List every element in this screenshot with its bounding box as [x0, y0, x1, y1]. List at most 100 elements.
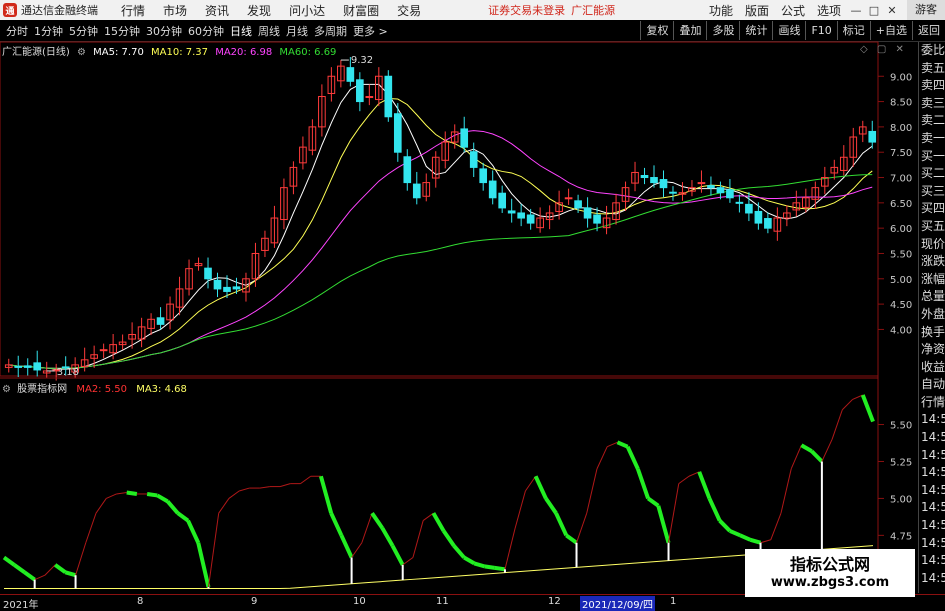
candle-body: [526, 214, 535, 224]
side-panel-item[interactable]: 14:50: [919, 552, 945, 570]
ma2-rising-segment: [524, 475, 537, 492]
candle-body: [574, 200, 582, 209]
ma2-falling-segment: [473, 561, 486, 569]
indicator-y-tick-label: 5.50: [890, 421, 912, 432]
side-panel-item[interactable]: 买一: [919, 148, 945, 166]
watermark-title: 指标公式网: [789, 555, 870, 574]
ma2-falling-segment: [186, 519, 201, 544]
candle-body: [564, 197, 573, 200]
ma2-rising-segment: [402, 557, 414, 566]
ma2-falling-segment: [616, 440, 629, 449]
ma2-rising-segment: [576, 513, 588, 543]
x-label-11: 11: [436, 596, 449, 607]
candle-body: [412, 183, 421, 199]
candle-body: [365, 96, 374, 99]
ma2-rising-segment: [106, 493, 117, 499]
side-panel-item[interactable]: 自动: [919, 376, 945, 394]
side-panel-item[interactable]: 卖一: [919, 130, 945, 148]
ma2-falling-segment: [484, 564, 496, 570]
side-panel-item[interactable]: 总量: [919, 288, 945, 306]
x-label-8: 8: [137, 596, 144, 607]
side-panel-item[interactable]: 换手: [919, 324, 945, 342]
price-y-tick-label: 7.00: [890, 174, 912, 185]
price-chart-title: 广汇能源(日线): [2, 47, 70, 58]
candle-body: [14, 365, 23, 368]
ma2-falling-segment: [494, 565, 506, 572]
ma2-rising-segment: [279, 483, 291, 488]
side-panel-item[interactable]: 14:50: [919, 570, 945, 588]
ma2-rising-segment: [228, 490, 240, 499]
price-y-tick-label: 6.00: [890, 224, 912, 235]
panel-close-icon[interactable]: ✕: [896, 44, 904, 55]
ma2-falling-segment: [739, 533, 752, 542]
side-panel-item[interactable]: 行情: [919, 394, 945, 412]
side-panel-item[interactable]: 14:50: [919, 464, 945, 482]
side-panel-item[interactable]: 14:50: [919, 517, 945, 535]
settings-gear-icon[interactable]: ⚙: [77, 47, 86, 58]
ma2-rising-segment: [259, 486, 270, 489]
side-panel-item[interactable]: 14:50: [919, 499, 945, 517]
ma2-rising-segment: [770, 513, 782, 540]
ma2-falling-segment: [441, 529, 456, 547]
ma2-rising-segment: [351, 542, 363, 558]
ma2-falling-segment: [625, 445, 640, 470]
ma2-falling-segment: [390, 544, 405, 566]
ma2-falling-segment: [13, 563, 26, 574]
candle-body: [745, 203, 753, 214]
ma2-falling-segment: [452, 544, 466, 559]
side-panel-item[interactable]: 买二: [919, 165, 945, 183]
side-panel-item[interactable]: 卖五: [919, 60, 945, 78]
side-panel-item[interactable]: 买三: [919, 183, 945, 201]
ma2-rising-segment: [606, 441, 618, 448]
candle-body: [640, 174, 649, 179]
diamond-icon[interactable]: ◇: [860, 44, 868, 55]
side-panel-item[interactable]: 涨幅: [919, 271, 945, 289]
ma2-rising-segment: [95, 498, 107, 514]
candle-body: [403, 156, 412, 184]
ma2-falling-segment: [196, 542, 211, 588]
ma2-rising-segment: [790, 445, 802, 470]
side-panel-item[interactable]: 卖三: [919, 95, 945, 113]
side-panel-item[interactable]: 现价: [919, 236, 945, 254]
side-panel-item[interactable]: 14:50: [919, 429, 945, 447]
candle-body: [650, 177, 658, 184]
side-panel-item[interactable]: 买五: [919, 218, 945, 236]
side-panel-item[interactable]: 买四: [919, 200, 945, 218]
low-label: 3.18: [57, 367, 79, 378]
side-panel-item[interactable]: 卖二: [919, 112, 945, 130]
ma2-label: MA2: 5.50: [76, 384, 127, 395]
side-panel-item[interactable]: 14:50: [919, 411, 945, 429]
side-panel-item[interactable]: 14:50: [919, 447, 945, 465]
x-label-1: 1: [670, 596, 677, 607]
side-panel-item[interactable]: 14:50: [919, 535, 945, 553]
side-panel-item[interactable]: 净资: [919, 341, 945, 359]
candle-body: [669, 191, 677, 194]
ma2-rising-segment: [586, 468, 598, 514]
indicator-title: 股票指标网: [17, 384, 68, 395]
price-y-tick-label: 8.50: [890, 98, 912, 109]
ma2-falling-segment: [635, 468, 650, 500]
ma2-rising-segment: [75, 542, 87, 576]
watermark-url: www.zbgs3.com: [770, 575, 890, 590]
ma2-falling-segment: [176, 511, 190, 523]
indicator-y-tick-label: 5.25: [890, 457, 912, 468]
candle-body: [384, 75, 393, 118]
side-panel-item[interactable]: 外盘: [919, 306, 945, 324]
side-panel-item[interactable]: 委比: [919, 42, 945, 60]
indicator-gear-icon[interactable]: ⚙: [2, 384, 11, 395]
ma2-rising-segment: [821, 439, 833, 462]
candle-body: [498, 192, 507, 209]
charts-canvas[interactable]: 4.00 4.50 5.00 5.50 6.00 6.50 7.00 7.50 8.00 8.50…: [0, 0, 945, 609]
side-panel-item[interactable]: 卖四: [919, 77, 945, 95]
restore-icon[interactable]: ▢: [877, 44, 886, 55]
candle-body: [346, 67, 355, 82]
ma2-falling-segment: [800, 443, 813, 453]
indicator-y-tick-label: 4.75: [890, 531, 912, 542]
ma2-falling-segment: [329, 512, 344, 537]
price-y-tick-label: 4.00: [890, 325, 912, 336]
ma2-falling-segment: [565, 533, 578, 545]
side-panel-item[interactable]: 涨跌: [919, 253, 945, 271]
side-panel-item[interactable]: 收益: [919, 359, 945, 377]
price-chart-header: 广汇能源(日线) ⚙ MA5: 7.70 MA10: 7.37 MA20: 6.…: [2, 43, 336, 58]
side-panel-item[interactable]: 14:50: [919, 482, 945, 500]
